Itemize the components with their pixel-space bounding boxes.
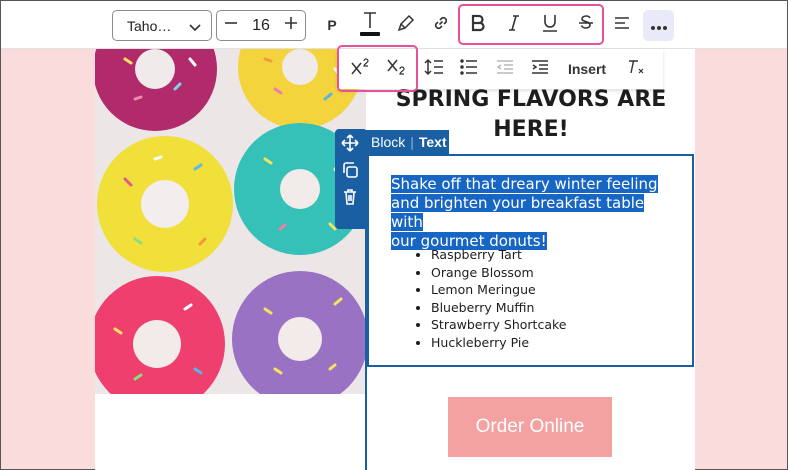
- link-button[interactable]: [430, 14, 452, 36]
- indent-button[interactable]: [528, 57, 552, 81]
- line-height-button[interactable]: [422, 57, 446, 81]
- delete-icon[interactable]: [341, 188, 359, 206]
- move-icon[interactable]: [341, 134, 359, 152]
- tag-separator: |: [410, 134, 414, 150]
- superscript-button[interactable]: [349, 57, 373, 81]
- font-size-stepper[interactable]: 16: [216, 10, 306, 41]
- strikethrough-icon: [577, 14, 595, 37]
- highlighter-icon: [397, 14, 415, 37]
- highlight-button[interactable]: [395, 14, 417, 36]
- plus-icon[interactable]: [284, 16, 298, 35]
- order-online-button[interactable]: Order Online: [448, 397, 612, 457]
- list-icon: [460, 58, 478, 80]
- italic-icon: [506, 14, 522, 37]
- duplicate-icon[interactable]: [341, 161, 359, 179]
- text-block[interactable]: Shake off that dreary winter feeling and…: [367, 154, 694, 367]
- underline-button[interactable]: [539, 13, 561, 37]
- superscript-icon: [350, 57, 372, 81]
- link-icon: [432, 14, 450, 37]
- subscript-button[interactable]: [385, 57, 409, 81]
- selected-paragraph[interactable]: Shake off that dreary winter feeling and…: [391, 175, 673, 251]
- font-family-value: Taho…: [127, 17, 172, 34]
- font-family-select[interactable]: Taho…: [112, 10, 212, 41]
- paragraph-line-2: and brighten your breakfast table with: [391, 194, 645, 231]
- align-icon: [614, 16, 630, 35]
- paragraph-line-1: Shake off that dreary winter feeling: [391, 175, 658, 193]
- bold-icon: [470, 14, 486, 37]
- subscript-icon: [386, 58, 408, 81]
- line-height-icon: [424, 58, 444, 81]
- insert-button[interactable]: Insert: [564, 57, 610, 81]
- clear-format-icon: [626, 58, 646, 81]
- strikethrough-button[interactable]: [575, 13, 597, 37]
- underline-icon: [541, 13, 559, 38]
- font-size-value[interactable]: 16: [252, 17, 270, 35]
- list-item: Blueberry Muffin: [431, 299, 566, 317]
- block-actions: [335, 129, 365, 229]
- italic-button[interactable]: [503, 13, 525, 37]
- more-options-button[interactable]: [643, 10, 674, 41]
- chevron-down-icon: [189, 20, 201, 36]
- resize-handle[interactable]: [365, 206, 369, 248]
- list-item: Raspberry Tart: [431, 246, 566, 264]
- paragraph-format-button[interactable]: P: [321, 13, 343, 37]
- list-item: Strawberry Shortcake: [431, 316, 566, 334]
- text-label[interactable]: Text: [419, 134, 447, 150]
- clear-format-button[interactable]: [624, 57, 648, 81]
- bullet-list-button[interactable]: [457, 57, 481, 81]
- list-item: Orange Blossom: [431, 264, 566, 282]
- list-item: Huckleberry Pie: [431, 334, 566, 352]
- text-color-icon: [358, 8, 382, 43]
- indent-icon: [531, 59, 549, 80]
- list-item: Lemon Meringue: [431, 281, 566, 299]
- more-icon: [650, 17, 667, 35]
- minus-icon[interactable]: [224, 16, 238, 35]
- block-label[interactable]: Block: [371, 134, 405, 150]
- align-button[interactable]: [611, 13, 633, 37]
- bold-button[interactable]: [467, 13, 489, 37]
- donuts-image[interactable]: [95, 49, 366, 394]
- outdent-icon: [496, 59, 514, 80]
- outdent-button[interactable]: [493, 57, 517, 81]
- text-color-button[interactable]: [358, 10, 382, 40]
- block-tag[interactable]: Block | Text: [365, 130, 449, 154]
- flavor-list: Raspberry Tart Orange Blossom Lemon Meri…: [431, 246, 566, 351]
